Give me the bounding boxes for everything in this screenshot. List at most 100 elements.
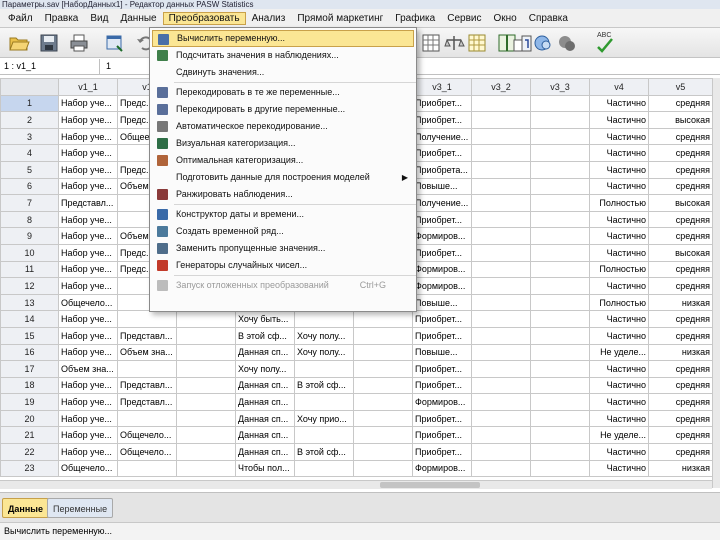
grid-cell[interactable] [471, 160, 531, 179]
grid-cell[interactable] [530, 426, 590, 445]
grid-cell[interactable]: Набор уче... [58, 94, 118, 113]
grid-cell[interactable]: Формиров... [412, 459, 472, 478]
row-number[interactable]: 19 [0, 393, 59, 411]
row-number[interactable]: 11 [0, 260, 59, 279]
grid-cell[interactable] [294, 426, 354, 445]
grid-cell[interactable] [530, 459, 590, 478]
menu-item[interactable]: Заменить пропущенные значения... [152, 240, 414, 257]
menu-item[interactable]: Генераторы случайных чисел... [152, 257, 414, 274]
row-number[interactable]: 20 [0, 409, 59, 428]
column-header[interactable]: v5 [648, 78, 712, 96]
grid-cell[interactable]: Приобрет... [412, 360, 472, 378]
grid-cell[interactable]: Общечело... [58, 293, 118, 312]
row-number[interactable]: 23 [0, 459, 59, 478]
grid-cell[interactable] [471, 326, 531, 345]
menu-window[interactable]: Окно [487, 12, 522, 25]
grid-cell[interactable] [530, 293, 590, 312]
grid-cell[interactable] [471, 393, 531, 411]
grid-cell[interactable]: средняя [648, 310, 712, 328]
grid-cell[interactable] [353, 409, 413, 428]
grid-cell[interactable]: Частично [589, 277, 649, 295]
grid-cell[interactable]: низкая [648, 459, 712, 478]
tab-variable-view[interactable]: Переменные [47, 498, 114, 518]
grid-cell[interactable]: Приобрет... [412, 144, 472, 162]
grid-cell[interactable] [176, 310, 236, 328]
grid-cell[interactable] [176, 326, 236, 345]
grid-cell[interactable]: Частично [589, 409, 649, 428]
grid-cell[interactable]: средняя [648, 326, 712, 345]
grid-cell[interactable]: В этой сф... [294, 376, 354, 395]
grid-cell[interactable] [530, 243, 590, 262]
grid-cell[interactable] [176, 443, 236, 461]
grid-cell[interactable]: средняя [648, 409, 712, 428]
grid-cell[interactable]: Представл... [117, 376, 177, 395]
weight-cases-icon[interactable] [512, 32, 534, 54]
grid-cell[interactable] [294, 310, 354, 328]
grid-cell[interactable]: Представл... [117, 393, 177, 411]
grid-cell[interactable] [530, 160, 590, 179]
grid-cell[interactable] [530, 360, 590, 378]
column-header[interactable]: v1_1 [58, 78, 118, 96]
grid-cell[interactable]: Представл... [58, 194, 118, 212]
grid-cell[interactable]: средняя [648, 277, 712, 295]
grid-cell[interactable]: Частично [589, 243, 649, 262]
menu-direct-marketing[interactable]: Прямой маркетинг [291, 12, 389, 25]
grid-cell[interactable] [353, 310, 413, 328]
row-number[interactable]: 13 [0, 293, 59, 312]
menu-view[interactable]: Вид [84, 12, 114, 25]
grid-cell[interactable]: Приобрет... [412, 111, 472, 129]
select-cases-icon[interactable] [532, 32, 554, 54]
grid-cell[interactable] [176, 409, 236, 428]
grid-cell[interactable] [176, 459, 236, 478]
grid-cell[interactable]: Частично [589, 360, 649, 378]
grid-cell[interactable]: Частично [589, 393, 649, 411]
grid-cell[interactable]: Приобрет... [412, 443, 472, 461]
grid-cell[interactable]: средняя [648, 210, 712, 229]
grid-cell[interactable]: Частично [589, 177, 649, 196]
grid-cell[interactable] [353, 360, 413, 378]
menu-data[interactable]: Данные [114, 12, 162, 25]
grid-cell[interactable]: Частично [589, 459, 649, 478]
menu-file[interactable]: Файл [2, 12, 39, 25]
grid-cell[interactable]: Приобрет... [412, 426, 472, 445]
grid-cell[interactable] [353, 459, 413, 478]
grid-cell[interactable]: Данная сп... [235, 393, 295, 411]
cell-value-input[interactable]: 1 [100, 61, 111, 71]
grid-cell[interactable] [530, 376, 590, 395]
grid-cell[interactable] [530, 194, 590, 212]
grid-cell[interactable]: Приобрет... [412, 210, 472, 229]
grid-cell[interactable]: средняя [648, 94, 712, 113]
grid-cell[interactable]: Общечело... [58, 459, 118, 478]
grid-cell[interactable]: В этой сф... [235, 326, 295, 345]
grid-cell[interactable]: Полностью [589, 293, 649, 312]
grid-cell[interactable] [530, 144, 590, 162]
grid-cell[interactable]: Частично [589, 127, 649, 146]
grid-cell[interactable] [117, 310, 177, 328]
menu-item[interactable]: Вычислить переменную... [152, 30, 414, 47]
grid-cell[interactable]: средняя [648, 127, 712, 146]
grid-cell[interactable]: Частично [589, 310, 649, 328]
menu-item[interactable]: Подготовить данные для построения моделе… [152, 169, 414, 186]
grid-cell[interactable] [471, 343, 531, 362]
menu-item[interactable]: Перекодировать в другие переменные... [152, 101, 414, 118]
grid-cell[interactable]: Набор уче... [58, 177, 118, 196]
vertical-scrollbar[interactable] [712, 78, 720, 488]
grid-cell[interactable] [176, 426, 236, 445]
grid-cell[interactable]: средняя [648, 376, 712, 395]
open-icon[interactable] [8, 32, 30, 54]
grid-cell[interactable]: Не уделе... [589, 426, 649, 445]
grid-cell[interactable]: средняя [648, 426, 712, 445]
grid-cell[interactable]: Общечело... [117, 426, 177, 445]
grid-cell[interactable] [294, 459, 354, 478]
menu-item[interactable]: Визуальная категоризация... [152, 135, 414, 152]
grid-cell[interactable]: Набор уче... [58, 243, 118, 262]
grid-cell[interactable]: Объем зна... [117, 343, 177, 362]
grid-cell[interactable] [471, 94, 531, 113]
menu-item[interactable]: Сдвинуть значения... [152, 64, 414, 81]
grid-cell[interactable]: высокая [648, 194, 712, 212]
grid-cell[interactable] [471, 177, 531, 196]
row-number[interactable]: 18 [0, 376, 59, 395]
grid-cell[interactable] [471, 111, 531, 129]
grid-cell[interactable] [176, 393, 236, 411]
grid-cell[interactable]: средняя [648, 177, 712, 196]
